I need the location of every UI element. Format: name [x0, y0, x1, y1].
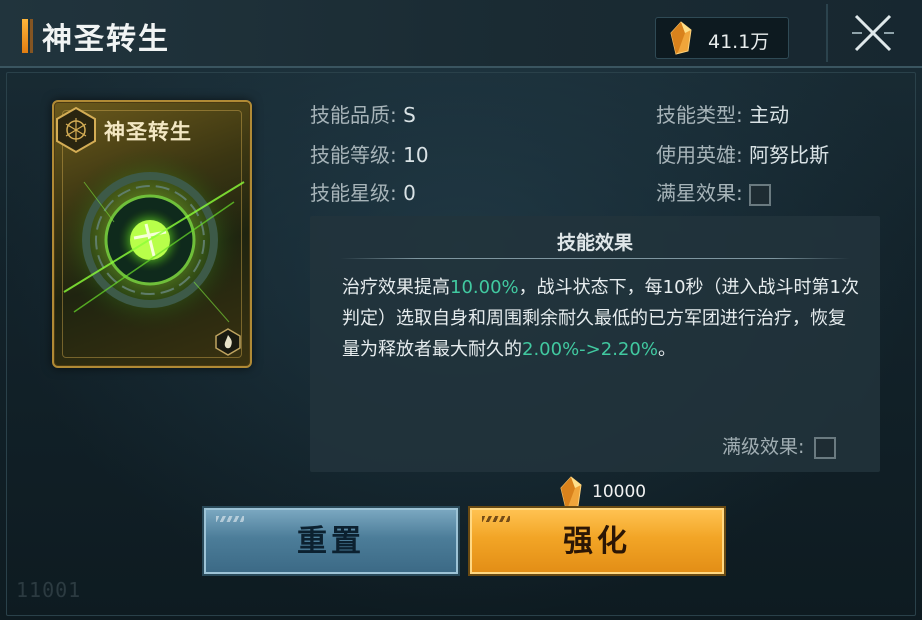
hero-label: 使用英雄: — [656, 143, 743, 167]
crystal-icon — [670, 21, 692, 55]
full-star-checkbox[interactable] — [749, 183, 772, 206]
skill-effect-panel: 技能效果 治疗效果提高10.00%，战斗状态下，每10秒（进入战斗时第1次判定）… — [310, 216, 880, 472]
header-bar: 神圣转生 41.1万 — [0, 0, 922, 68]
max-level-checkbox[interactable] — [814, 436, 837, 459]
header-accent-bar — [22, 19, 28, 53]
full-star-label: 满星效果: — [656, 181, 743, 205]
effect-highlight-2: 2.00%->2.20% — [522, 339, 658, 360]
info-hero: 使用英雄: 阿努比斯 — [656, 139, 829, 168]
info-full-star: 满星效果: — [656, 177, 772, 206]
info-type: 技能类型: 主动 — [656, 99, 789, 128]
effect-text-part3: 。 — [657, 339, 676, 360]
card-skill-name: 神圣转生 — [104, 120, 192, 144]
quality-label: 技能品质: — [310, 103, 397, 127]
effect-title: 技能效果 — [556, 232, 633, 254]
currency-amount: 41.1万 — [708, 31, 770, 53]
crystal-icon — [560, 476, 582, 510]
button-stripes — [482, 516, 510, 522]
effect-highlight-1: 10.00% — [450, 277, 519, 298]
effect-description: 治疗效果提高10.00%，战斗状态下，每10秒（进入战斗时第1次判定）选取自身和… — [342, 272, 862, 365]
enhance-button-label: 强化 — [563, 524, 631, 559]
effect-text-part1: 治疗效果提高 — [342, 277, 450, 298]
header-accent-bar-secondary — [30, 19, 33, 53]
type-value: 主动 — [749, 103, 790, 127]
header-divider — [826, 4, 828, 62]
reset-button-label: 重置 — [297, 524, 365, 559]
watermark: 11001 — [16, 578, 82, 602]
type-label: 技能类型: — [656, 103, 743, 127]
level-value: 10 — [403, 143, 429, 167]
flame-badge-icon — [215, 328, 241, 356]
cost-amount: 10000 — [592, 482, 647, 502]
star-value: 0 — [403, 181, 416, 205]
max-level-effect: 满级效果: — [722, 432, 837, 459]
skill-emblem-icon — [56, 106, 96, 154]
page-title: 神圣转生 — [42, 22, 170, 57]
quality-value: S — [403, 103, 416, 127]
level-label: 技能等级: — [310, 143, 397, 167]
max-level-label: 满级效果: — [722, 436, 805, 458]
close-icon[interactable] — [848, 8, 898, 58]
info-quality: 技能品质: S — [310, 99, 416, 128]
button-stripes — [216, 516, 244, 522]
reset-button[interactable]: 重置 — [204, 508, 458, 574]
star-label: 技能星级: — [310, 181, 397, 205]
currency-display: 41.1万 — [655, 17, 789, 59]
skill-art-icon — [58, 148, 245, 332]
skill-detail-window: 神圣转生 41.1万 神圣转生 技能品质: S 技能等级: 10 技能星级: 0… — [0, 0, 922, 620]
effect-title-underline — [340, 258, 850, 259]
skill-card: 神圣转生 — [52, 100, 252, 368]
info-star: 技能星级: 0 — [310, 177, 416, 206]
enhance-button[interactable]: 强化 — [470, 508, 724, 574]
info-level: 技能等级: 10 — [310, 139, 429, 168]
hero-value: 阿努比斯 — [749, 143, 830, 167]
